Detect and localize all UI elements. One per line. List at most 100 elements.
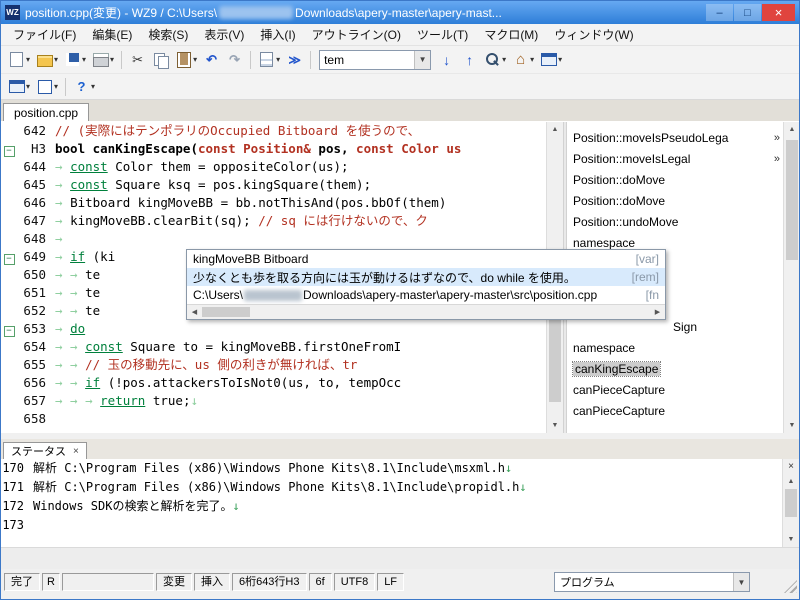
fold-marker[interactable]: − — [3, 326, 15, 337]
line-number: 653 — [23, 321, 46, 336]
resize-grip[interactable] — [784, 580, 797, 593]
tooltip-scroll-thumb[interactable] — [202, 307, 250, 317]
search-up-button[interactable]: ↑ — [458, 49, 481, 71]
toolbar-main: ▾ ▾ ▾ ▾ ✂ ▾ ↶ ↷ ▾ ≫ tem ▼ ↓ ↑ ▾ ⌂ ▾ ▾ — [1, 46, 799, 74]
document-mode-value: プログラム — [560, 577, 615, 589]
outline-scroll-up-icon[interactable]: ▲ — [784, 122, 799, 137]
chevron-more-icon[interactable]: » — [774, 132, 780, 144]
outline-item[interactable]: canKingEscape — [567, 359, 783, 379]
status-scroll-thumb[interactable] — [785, 489, 797, 517]
copy-button[interactable] — [149, 49, 172, 71]
status-scroll-down-icon[interactable]: ▼ — [783, 532, 799, 547]
menu-item[interactable]: 編集(E) — [84, 24, 140, 45]
undo-button[interactable]: ↶ — [200, 49, 223, 71]
chevron-more-icon[interactable]: » — [774, 153, 780, 165]
menu-item[interactable]: 検索(S) — [140, 24, 196, 45]
open-folder-button[interactable]: ▾ — [33, 49, 61, 71]
status-record-mode: R — [42, 573, 60, 591]
tooltip-scroll-right-icon[interactable]: ▶ — [650, 308, 665, 316]
fold-marker[interactable]: − — [3, 146, 15, 157]
chevron-down-icon[interactable]: ▼ — [414, 50, 431, 69]
jump-button[interactable]: ≫ — [283, 49, 306, 71]
document-mode-combobox[interactable]: プログラム ▼ — [554, 572, 750, 592]
status-tab-close-icon[interactable]: × — [73, 446, 79, 457]
code-text: → const Square ksq = pos.kingSquare(them… — [55, 177, 372, 192]
search-down-button[interactable]: ↓ — [435, 49, 458, 71]
outline-item[interactable]: Position::doMove — [567, 191, 783, 211]
dropdown-arrow-icon: ▾ — [502, 55, 507, 64]
cut-icon: ✂ — [132, 52, 144, 67]
code-line: 656 → → if (!pos.attackersToIsNot0(us, to… — [1, 374, 546, 392]
menu-item[interactable]: 挿入(I) — [252, 24, 303, 45]
menu-item[interactable]: ファイル(F) — [5, 24, 84, 45]
tooltip-scroll-left-icon[interactable]: ◀ — [187, 308, 202, 316]
status-panel-close-icon[interactable]: × — [783, 459, 799, 474]
search-combobox-value: tem — [324, 52, 345, 67]
view-frame-icon — [36, 79, 53, 95]
outline-item[interactable]: canPieceCapture — [567, 380, 783, 400]
outline-scroll-thumb[interactable] — [786, 140, 798, 260]
line-number: 654 — [23, 339, 46, 354]
find-icon — [484, 52, 501, 68]
outline-item[interactable]: Position::undoMove — [567, 212, 783, 232]
code-text: → Bitboard kingMoveBB = bb.notThisAnd(po… — [55, 195, 447, 210]
outline-item[interactable]: canPieceCapture — [567, 401, 783, 421]
menu-item[interactable]: 表示(V) — [196, 24, 252, 45]
fold-column: − — [1, 140, 17, 158]
outline-item-label: Position::doMove — [573, 194, 666, 208]
insert-document-button[interactable]: ▾ — [255, 49, 283, 71]
outline-scroll-down-icon[interactable]: ▼ — [784, 418, 799, 433]
status-log-scrollbar[interactable]: × ▲ ▼ — [782, 459, 799, 547]
view-window-button[interactable]: ▾ — [5, 76, 33, 98]
close-button[interactable]: × — [762, 4, 795, 21]
tooltip-horizontal-scrollbar[interactable]: ◀ ▶ — [187, 304, 665, 319]
outline-item[interactable]: Position::moveIsPseudoLega » — [567, 128, 783, 148]
outline-item[interactable]: namespace — [567, 338, 783, 358]
print-button[interactable]: ▾ — [89, 49, 117, 71]
chevron-down-icon[interactable]: ▼ — [733, 573, 749, 591]
view-frame-button[interactable]: ▾ — [33, 76, 61, 98]
maximize-button[interactable]: □ — [734, 4, 761, 21]
code-line: 644 → const Color them = oppositeColor(us… — [1, 158, 546, 176]
new-document-button[interactable]: ▾ — [5, 49, 33, 71]
menu-item[interactable]: ツール(T) — [409, 24, 476, 45]
code-text: → kingMoveBB.clearBit(sq); // sq には行けないの… — [55, 213, 428, 228]
outline-item-label: namespace — [573, 341, 636, 355]
status-scroll-up-icon[interactable]: ▲ — [783, 474, 799, 489]
fold-column — [1, 194, 17, 212]
home-button[interactable]: ⌂ ▾ — [509, 49, 537, 71]
scroll-down-icon[interactable]: ▼ — [547, 418, 563, 433]
status-bar: 完了 R 変更 挿入 6桁643行H3 6f UTF8 LF プログラム ▼ — [1, 569, 799, 595]
cut-button[interactable]: ✂ — [126, 49, 149, 71]
find-button[interactable]: ▾ — [481, 49, 509, 71]
redo-button[interactable]: ↷ — [223, 49, 246, 71]
tooltip-symbol: kingMoveBB Bitboard — [193, 252, 309, 266]
save-button[interactable]: ▾ — [61, 49, 89, 71]
scroll-up-icon[interactable]: ▲ — [547, 122, 563, 137]
menu-item[interactable]: ウィンドウ(W) — [546, 24, 641, 45]
line-number: 645 — [23, 177, 46, 192]
tool-window-button[interactable]: ▾ — [537, 49, 565, 71]
tab-position-cpp[interactable]: position.cpp — [3, 103, 90, 121]
tab-status[interactable]: ステータス × — [3, 442, 87, 459]
minimize-button[interactable]: – — [706, 4, 733, 21]
tooltip-path-row: C:\Users\ Downloads\apery-master\apery-m… — [187, 286, 665, 304]
status-line-number: 170 — [2, 461, 24, 475]
jump-icon: ≫ — [288, 52, 301, 67]
fold-column — [1, 338, 17, 356]
title-bar[interactable]: WZ position.cpp(変更) - WZ9 / C:\Users\ Do… — [1, 1, 799, 24]
menu-item[interactable]: アウトライン(O) — [304, 24, 409, 45]
outline-vertical-scrollbar[interactable]: ▲ ▼ — [783, 122, 799, 433]
outline-item[interactable]: Position::doMove — [567, 170, 783, 190]
search-combobox[interactable]: tem ▼ — [319, 49, 432, 70]
undo-icon: ↶ — [206, 52, 218, 67]
status-log[interactable]: 170 解析 C:\Program Files (x86)\Windows Pho… — [1, 459, 782, 547]
paste-button[interactable]: ▾ — [172, 49, 200, 71]
menu-item[interactable]: マクロ(M) — [476, 24, 546, 45]
status-line: 173 — [1, 516, 782, 535]
help-button[interactable]: ? ▾ — [70, 76, 98, 98]
fold-marker[interactable]: − — [3, 254, 15, 265]
outline-item[interactable]: Position::moveIsLegal » — [567, 149, 783, 169]
outline-item[interactable]: Sign — [567, 317, 783, 337]
